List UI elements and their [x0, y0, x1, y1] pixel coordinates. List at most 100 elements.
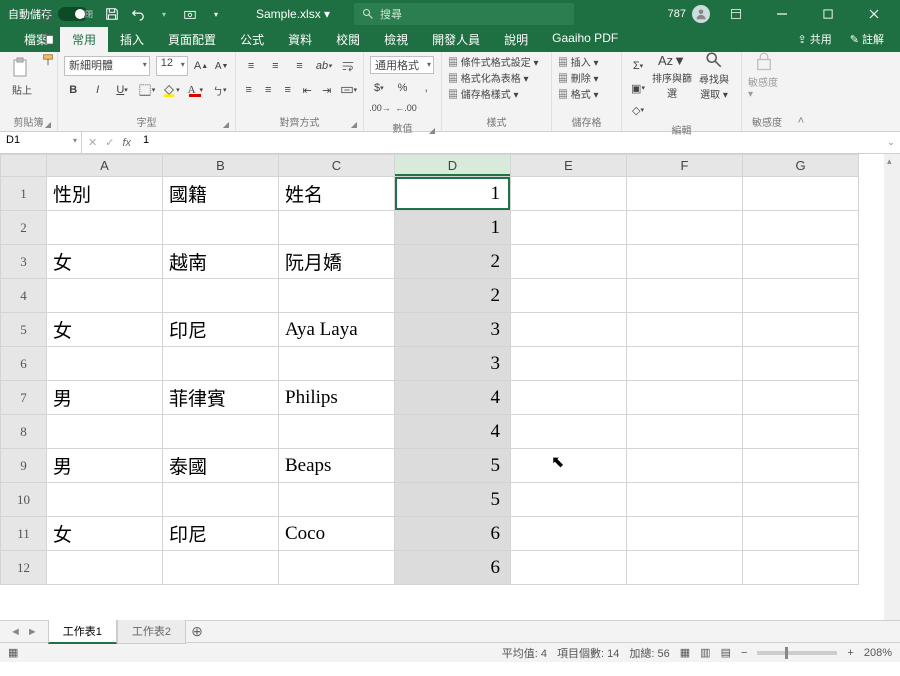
cell[interactable]: [47, 211, 163, 245]
cell[interactable]: [743, 347, 859, 381]
cell[interactable]: [511, 517, 627, 551]
cell[interactable]: [47, 551, 163, 585]
tab-資料[interactable]: 資料: [276, 27, 324, 52]
align-bottom-icon[interactable]: ≡: [290, 56, 308, 76]
cell[interactable]: [511, 245, 627, 279]
view-pagebreak-icon[interactable]: ▤: [721, 646, 731, 659]
cell[interactable]: 阮月嬌: [279, 245, 395, 279]
redo-dropdown-icon[interactable]: ▾: [156, 6, 172, 22]
zoom-level[interactable]: 208%: [864, 647, 892, 659]
col-header-B[interactable]: B: [163, 155, 279, 177]
cell[interactable]: 6: [395, 517, 511, 551]
cell[interactable]: 3: [395, 347, 511, 381]
indent-increase-icon[interactable]: ⇥: [320, 80, 334, 100]
align-top-icon[interactable]: ≡: [242, 56, 260, 76]
sheet-tab[interactable]: 工作表2: [117, 619, 186, 644]
cell[interactable]: [627, 415, 743, 449]
sensitivity-button[interactable]: 敏感度 ▾: [748, 56, 780, 96]
align-right-icon[interactable]: ≡: [281, 80, 295, 100]
zoom-in-button[interactable]: +: [847, 647, 853, 659]
cell[interactable]: [511, 347, 627, 381]
format-painter-icon[interactable]: [38, 50, 58, 70]
select-all-corner[interactable]: [1, 155, 47, 177]
enter-formula-icon[interactable]: ✓: [105, 136, 114, 149]
sheet-nav-next-icon[interactable]: ►: [27, 626, 38, 638]
increase-font-icon[interactable]: A▲: [194, 56, 209, 76]
cell[interactable]: 2: [395, 245, 511, 279]
tab-常用[interactable]: 常用: [60, 27, 108, 52]
collapse-ribbon-icon[interactable]: ˄: [792, 52, 810, 131]
undo-icon[interactable]: [130, 6, 146, 22]
col-header-G[interactable]: G: [743, 155, 859, 177]
file-name[interactable]: Sample.xlsx ▾: [256, 7, 330, 21]
align-center-icon[interactable]: ≡: [262, 80, 276, 100]
cell[interactable]: 泰國: [163, 449, 279, 483]
cell[interactable]: [627, 449, 743, 483]
cell[interactable]: [511, 449, 627, 483]
cell[interactable]: 4: [395, 381, 511, 415]
ribbon-options-icon[interactable]: [716, 0, 756, 28]
cell[interactable]: [743, 245, 859, 279]
fx-icon[interactable]: fx: [122, 137, 131, 149]
row-header[interactable]: 8: [1, 415, 47, 449]
cell[interactable]: Philips: [279, 381, 395, 415]
cell[interactable]: 女: [47, 245, 163, 279]
copy-icon[interactable]: [38, 28, 58, 48]
fill-color-button[interactable]: ▾: [162, 80, 180, 100]
share-button[interactable]: ⇪ 共用: [791, 29, 837, 49]
cell[interactable]: 男: [47, 449, 163, 483]
cell[interactable]: [743, 517, 859, 551]
col-header-E[interactable]: E: [511, 155, 627, 177]
minimize-button[interactable]: [762, 0, 802, 28]
cell[interactable]: [743, 551, 859, 585]
cell[interactable]: [743, 415, 859, 449]
add-sheet-button[interactable]: ⊕: [186, 623, 208, 640]
clear-icon[interactable]: ◇▾: [628, 100, 648, 120]
cell[interactable]: [627, 347, 743, 381]
decrease-decimal-icon[interactable]: ←.00: [396, 98, 416, 118]
italic-button[interactable]: I: [88, 80, 106, 100]
cell[interactable]: [743, 381, 859, 415]
cell[interactable]: 5: [395, 449, 511, 483]
cell[interactable]: [511, 313, 627, 347]
border-button[interactable]: ▾: [137, 80, 155, 100]
row-header[interactable]: 3: [1, 245, 47, 279]
cell[interactable]: 女: [47, 517, 163, 551]
cell[interactable]: [627, 313, 743, 347]
cell[interactable]: [279, 483, 395, 517]
paste-button[interactable]: 貼上: [6, 56, 38, 96]
font-color-button[interactable]: A▾: [186, 80, 204, 100]
user-avatar-icon[interactable]: [692, 5, 710, 23]
cell[interactable]: [743, 279, 859, 313]
row-header[interactable]: 10: [1, 483, 47, 517]
cell[interactable]: 印尼: [163, 313, 279, 347]
find-select-button[interactable]: 尋找與 選取 ▾: [696, 56, 732, 96]
cell[interactable]: 姓名: [279, 177, 395, 211]
maximize-button[interactable]: [808, 0, 848, 28]
row-header[interactable]: 11: [1, 517, 47, 551]
cell[interactable]: [511, 381, 627, 415]
align-middle-icon[interactable]: ≡: [266, 56, 284, 76]
cell[interactable]: [627, 517, 743, 551]
cell[interactable]: [743, 211, 859, 245]
cell[interactable]: [627, 483, 743, 517]
currency-icon[interactable]: $▾: [370, 78, 388, 98]
cell[interactable]: [743, 483, 859, 517]
row-header[interactable]: 4: [1, 279, 47, 313]
row-header[interactable]: 6: [1, 347, 47, 381]
cell[interactable]: [279, 279, 395, 313]
cell[interactable]: [627, 245, 743, 279]
indent-decrease-icon[interactable]: ⇤: [301, 80, 315, 100]
cell[interactable]: [743, 177, 859, 211]
cell[interactable]: 菲律賓: [163, 381, 279, 415]
cell[interactable]: Beaps: [279, 449, 395, 483]
row-header[interactable]: 12: [1, 551, 47, 585]
tab-說明[interactable]: 說明: [492, 27, 540, 52]
cell[interactable]: Aya Laya: [279, 313, 395, 347]
camera-icon[interactable]: [182, 6, 198, 22]
cell[interactable]: 1: [395, 177, 511, 211]
cell[interactable]: [163, 279, 279, 313]
tab-檢視[interactable]: 檢視: [372, 27, 420, 52]
underline-button[interactable]: U ▾: [113, 80, 131, 100]
orientation-icon[interactable]: ab▾: [315, 56, 333, 76]
